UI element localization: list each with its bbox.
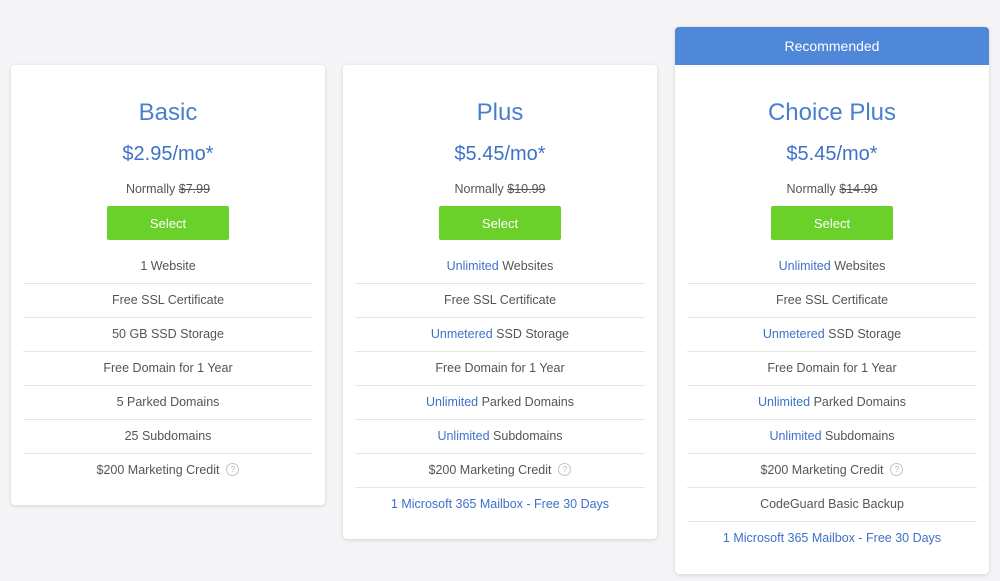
select-choice-plus-button[interactable]: Select: [771, 206, 893, 240]
feature-list: Unlimited Websites Free SSL Certificate …: [687, 250, 977, 555]
feature-parked-domains: Unlimited Parked Domains: [687, 386, 977, 420]
feature-list: 1 Website Free SSL Certificate 50 GB SSD…: [23, 250, 313, 487]
feature-storage: Unmetered SSD Storage: [355, 318, 645, 352]
plan-card-plus: Plus $5.45/mo* Normally $10.99 Select Un…: [343, 65, 657, 539]
feature-domain: Free Domain for 1 Year: [23, 352, 313, 386]
plan-normal-price: Normally $7.99: [11, 182, 325, 196]
normally-label: Normally: [786, 182, 836, 196]
feature-websites: 1 Website: [23, 250, 313, 284]
feature-storage: 50 GB SSD Storage: [23, 318, 313, 352]
plan-card-choice-plus: Recommended Choice Plus $5.45/mo* Normal…: [675, 27, 989, 574]
feature-marketing-credit: $200 Marketing Credit?: [23, 454, 313, 487]
feature-ssl: Free SSL Certificate: [23, 284, 313, 318]
feature-parked-domains: Unlimited Parked Domains: [355, 386, 645, 420]
plan-price: $2.95/mo*: [122, 143, 214, 165]
plan-name: Plus: [476, 99, 524, 126]
normally-label: Normally: [454, 182, 504, 196]
old-price: $10.99: [507, 182, 546, 196]
plan-normal-price: Normally $10.99: [343, 182, 657, 196]
plan-name: Basic: [138, 99, 198, 126]
feature-subdomains: 25 Subdomains: [23, 420, 313, 454]
info-icon[interactable]: ?: [890, 463, 904, 477]
feature-storage: Unmetered SSD Storage: [687, 318, 977, 352]
feature-mailbox-link[interactable]: 1 Microsoft 365 Mailbox - Free 30 Days: [687, 522, 977, 555]
feature-ssl: Free SSL Certificate: [687, 284, 977, 318]
feature-list: Unlimited Websites Free SSL Certificate …: [355, 250, 645, 521]
feature-backup: CodeGuard Basic Backup: [687, 488, 977, 522]
plan-card-basic: Basic $2.95/mo* Normally $7.99 Select 1 …: [11, 65, 325, 505]
feature-websites: Unlimited Websites: [355, 250, 645, 284]
old-price: $14.99: [839, 182, 878, 196]
recommended-banner: Recommended: [675, 27, 989, 65]
normally-label: Normally: [125, 182, 176, 196]
feature-marketing-credit: $200 Marketing Credit?: [355, 454, 645, 488]
info-icon[interactable]: ?: [226, 463, 240, 477]
feature-websites: Unlimited Websites: [687, 250, 977, 284]
plan-price: $5.45/mo*: [786, 143, 878, 165]
feature-subdomains: Unlimited Subdomains: [355, 420, 645, 454]
info-icon[interactable]: ?: [558, 463, 572, 477]
plan-normal-price: Normally $14.99: [675, 182, 989, 196]
feature-ssl: Free SSL Certificate: [355, 284, 645, 318]
feature-parked-domains: 5 Parked Domains: [23, 386, 313, 420]
feature-marketing-credit: $200 Marketing Credit?: [687, 454, 977, 488]
feature-domain: Free Domain for 1 Year: [355, 352, 645, 386]
select-basic-button[interactable]: Select: [107, 206, 229, 240]
feature-subdomains: Unlimited Subdomains: [687, 420, 977, 454]
feature-mailbox-link[interactable]: 1 Microsoft 365 Mailbox - Free 30 Days: [355, 488, 645, 521]
plan-name: Choice Plus: [767, 99, 897, 126]
old-price: $7.99: [178, 182, 211, 196]
select-plus-button[interactable]: Select: [439, 206, 561, 240]
plan-price: $5.45/mo*: [454, 143, 546, 165]
feature-domain: Free Domain for 1 Year: [687, 352, 977, 386]
